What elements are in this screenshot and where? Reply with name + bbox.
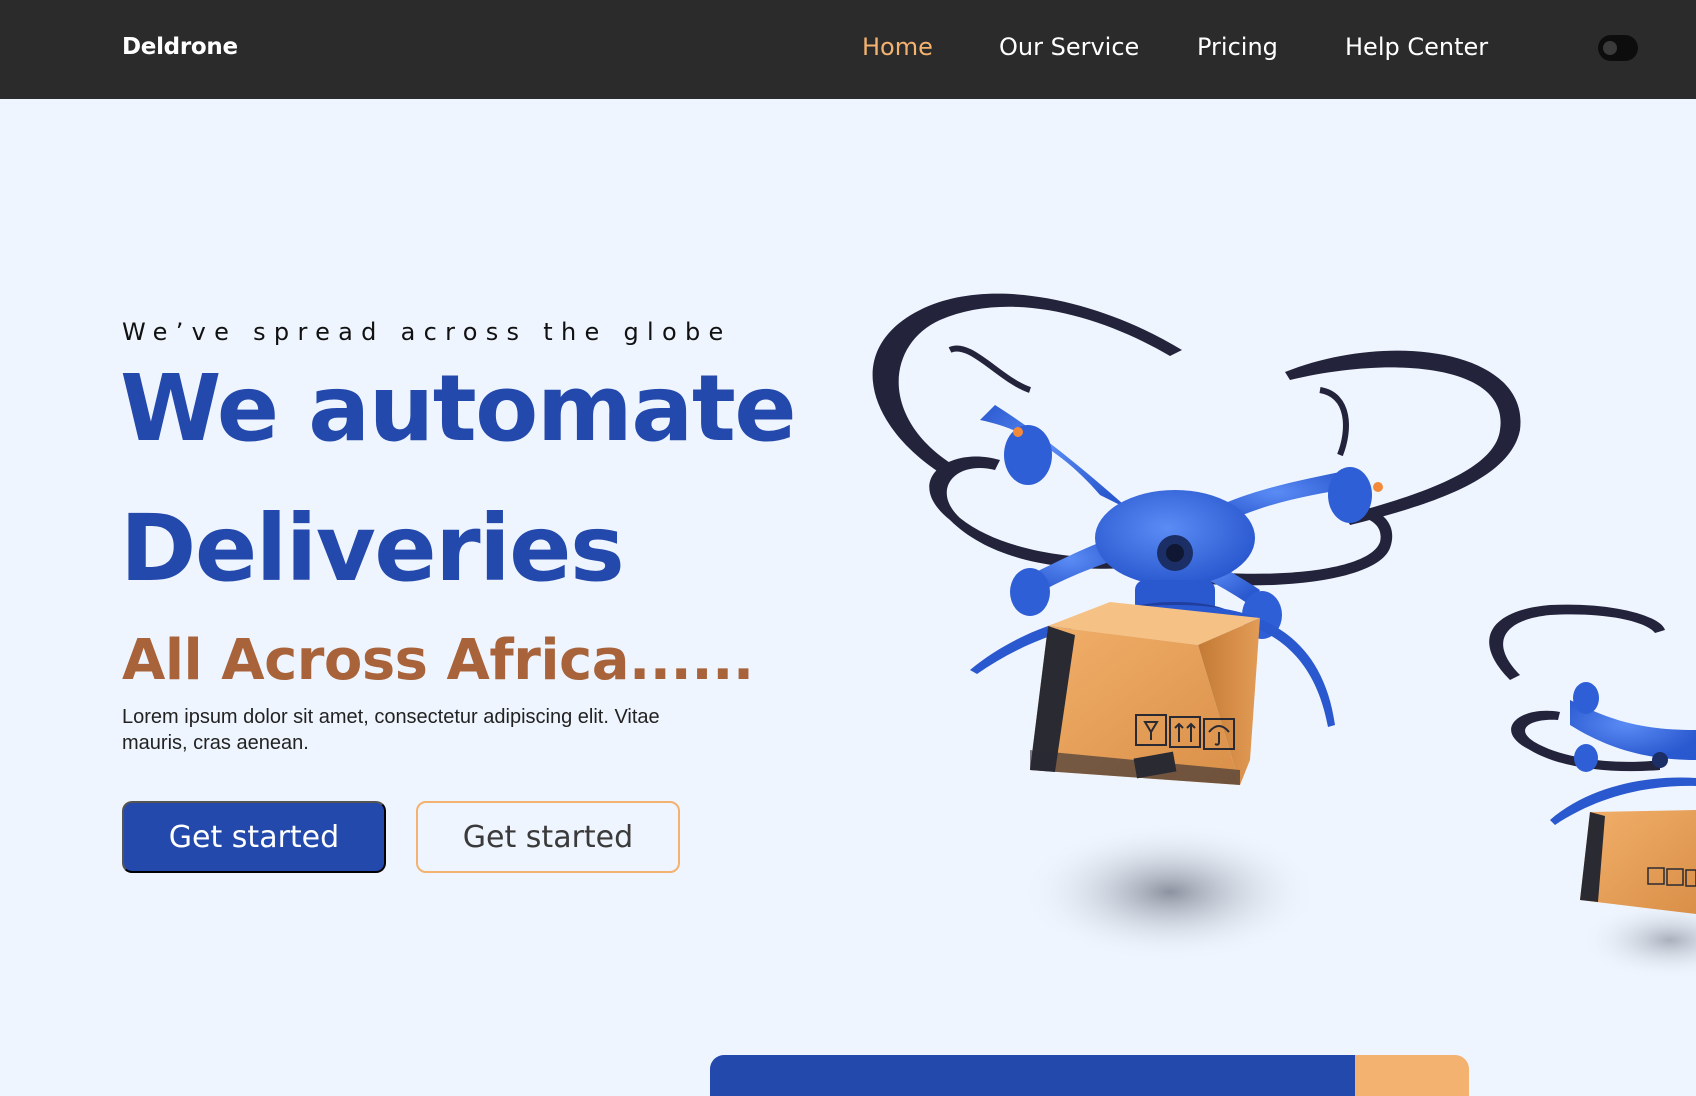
theme-toggle[interactable] bbox=[1598, 35, 1638, 61]
brand-logo[interactable]: Deldrone bbox=[122, 34, 238, 60]
bottom-bar-orange bbox=[1355, 1055, 1469, 1096]
hero-eyebrow: We’ve spread across the globe bbox=[122, 318, 732, 346]
toggle-icon bbox=[1603, 41, 1617, 55]
drone-shadow bbox=[1020, 822, 1320, 962]
nav-link-help-center[interactable]: Help Center bbox=[1345, 33, 1488, 61]
nav-link-our-service[interactable]: Our Service bbox=[999, 33, 1139, 61]
navbar: Deldrone Home Our Service Pricing Help C… bbox=[0, 0, 1696, 99]
bottom-bar-blue bbox=[710, 1055, 1355, 1096]
hero-headline-line2: Deliveries bbox=[120, 495, 625, 602]
secondary-delivery-drone bbox=[1489, 604, 1696, 980]
nav-link-home[interactable]: Home bbox=[862, 33, 933, 61]
get-started-primary-button[interactable]: Get started bbox=[122, 801, 386, 873]
main-delivery-drone bbox=[872, 293, 1521, 785]
bottom-section-tab bbox=[710, 1055, 1469, 1096]
hero-body-text: Lorem ipsum dolor sit amet, consectetur … bbox=[122, 706, 660, 754]
get-started-secondary-button[interactable]: Get started bbox=[416, 801, 680, 873]
nav-link-pricing[interactable]: Pricing bbox=[1197, 33, 1278, 61]
drone-illustration bbox=[872, 293, 1696, 980]
hero-subhead: All Across Africa...... bbox=[122, 628, 754, 693]
hero-headline-line1: We automate bbox=[120, 355, 797, 462]
